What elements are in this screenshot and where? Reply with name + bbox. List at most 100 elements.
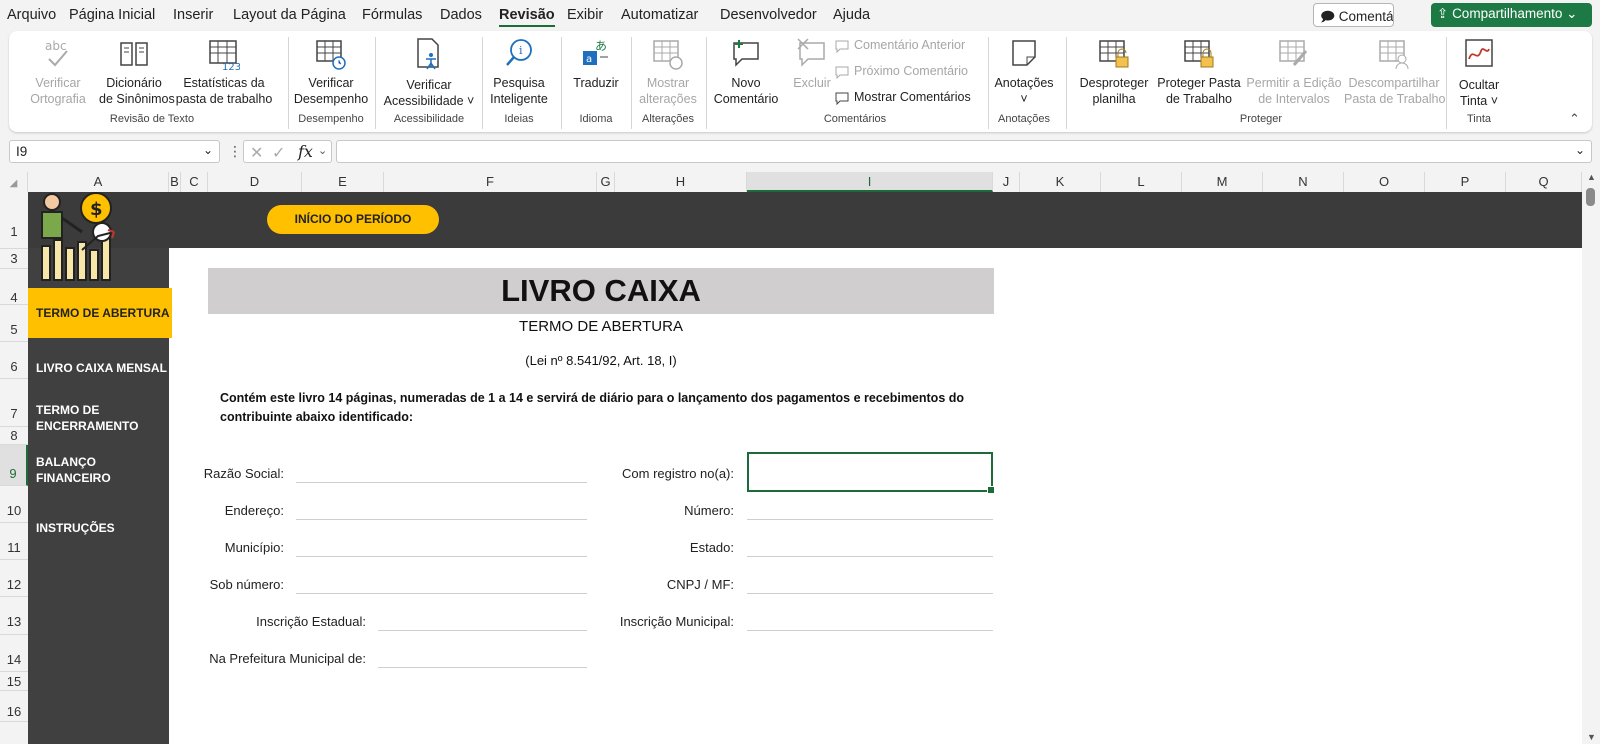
share-button[interactable]: ⇪ Compartilhamento ⌄ bbox=[1431, 3, 1592, 27]
field-razao-social[interactable] bbox=[296, 482, 587, 483]
select-all-corner[interactable]: ◢ bbox=[0, 172, 28, 192]
field-sob-numero[interactable] bbox=[296, 593, 587, 594]
column-header[interactable]: Q bbox=[1506, 172, 1582, 192]
column-header[interactable]: L bbox=[1101, 172, 1182, 192]
tab-formulas[interactable]: Fórmulas bbox=[362, 7, 422, 23]
field-municipio[interactable] bbox=[296, 556, 587, 557]
row-header[interactable]: 12 bbox=[0, 560, 28, 597]
thesaurus-button[interactable]: Dicionário de Sinônimos bbox=[99, 37, 175, 107]
unshare-workbook-button[interactable]: Descompartilhar Pasta de Trabalho bbox=[1344, 37, 1445, 107]
column-header[interactable]: I bbox=[747, 172, 993, 192]
tab-inserir[interactable]: Inserir bbox=[173, 7, 213, 23]
column-header[interactable]: K bbox=[1020, 172, 1101, 192]
row-header[interactable]: 15 bbox=[0, 672, 28, 691]
previous-comment-button[interactable]: Comentário Anterior bbox=[834, 38, 965, 53]
show-comments-button[interactable]: Mostrar Comentários bbox=[834, 90, 971, 105]
row-header[interactable]: 10 bbox=[0, 486, 28, 523]
scroll-down-icon[interactable]: ▼ bbox=[1587, 732, 1596, 742]
column-header[interactable]: A bbox=[28, 172, 169, 192]
tab-revisao[interactable]: Revisão bbox=[499, 7, 555, 27]
row-header[interactable]: 7 bbox=[0, 379, 28, 427]
allow-edit-ranges-button[interactable]: Permitir a Edição de Intervalos bbox=[1246, 37, 1342, 107]
row-header[interactable]: 9 bbox=[0, 445, 28, 486]
more-options-icon[interactable]: ⋮ bbox=[228, 143, 242, 160]
tab-dados[interactable]: Dados bbox=[440, 7, 482, 23]
chevron-down-icon[interactable]: ⌄ bbox=[203, 143, 213, 157]
check-performance-button[interactable]: Verificar Desempenho bbox=[292, 37, 370, 107]
scrollbar-thumb[interactable] bbox=[1586, 188, 1595, 206]
row-header[interactable]: 8 bbox=[0, 427, 28, 445]
smart-lookup-button[interactable]: i Pesquisa Inteligente bbox=[485, 37, 553, 107]
row-header[interactable]: 6 bbox=[0, 342, 28, 379]
vertical-scrollbar[interactable]: ▲ ▼ bbox=[1582, 172, 1600, 744]
nav-termo-encerramento[interactable]: TERMO DE ENCERRAMENTO bbox=[28, 402, 169, 434]
chevron-down-icon[interactable]: ⌄ bbox=[318, 144, 327, 157]
row-header[interactable]: 13 bbox=[0, 597, 28, 635]
row-header[interactable]: 16 bbox=[0, 691, 28, 722]
field-prefeitura[interactable] bbox=[378, 667, 587, 668]
row-header[interactable]: 4 bbox=[0, 269, 28, 305]
row-header[interactable]: 11 bbox=[0, 523, 28, 560]
expand-formula-icon[interactable]: ⌄ bbox=[1575, 143, 1585, 157]
column-header[interactable]: O bbox=[1344, 172, 1425, 192]
cancel-icon[interactable]: ✕ bbox=[250, 143, 263, 163]
next-comment-button[interactable]: Próximo Comentário bbox=[834, 64, 968, 79]
tab-layout[interactable]: Layout da Página bbox=[233, 7, 346, 23]
column-header[interactable]: D bbox=[208, 172, 302, 192]
group-label-ink: Tinta bbox=[1466, 113, 1492, 125]
scroll-up-icon[interactable]: ▲ bbox=[1587, 172, 1596, 182]
field-estado[interactable] bbox=[747, 556, 993, 557]
field-cnpj[interactable] bbox=[747, 593, 993, 594]
protect-workbook-button[interactable]: Proteger Pasta de Trabalho bbox=[1154, 37, 1244, 107]
column-header[interactable]: F bbox=[384, 172, 597, 192]
selected-cell-i9[interactable] bbox=[747, 452, 995, 494]
collapse-ribbon-icon[interactable]: ⌃ bbox=[1569, 111, 1580, 127]
tab-ajuda[interactable]: Ajuda bbox=[833, 7, 870, 23]
nav-instrucoes[interactable]: INSTRUÇÕES bbox=[28, 520, 169, 536]
function-icon[interactable]: fx bbox=[298, 142, 313, 161]
show-changes-button[interactable]: Mostrar alterações bbox=[634, 37, 702, 107]
column-header[interactable]: B bbox=[169, 172, 181, 192]
tab-pagina-inicial[interactable]: Página Inicial bbox=[69, 7, 155, 23]
row-header[interactable]: 1 bbox=[0, 192, 28, 249]
unprotect-sheet-button[interactable]: Desproteger planilha bbox=[1076, 37, 1152, 107]
column-header[interactable]: E bbox=[302, 172, 384, 192]
workbook-stats-button[interactable]: 123 Estatísticas da pasta de trabalho bbox=[172, 37, 276, 107]
column-header[interactable]: J bbox=[993, 172, 1020, 192]
translate-button[interactable]: aあ Traduzir bbox=[564, 37, 628, 91]
nav-livro-caixa-mensal[interactable]: LIVRO CAIXA MENSAL bbox=[28, 360, 169, 376]
nav-termo-abertura[interactable]: TERMO DE ABERTURA bbox=[28, 288, 172, 338]
field-endereco[interactable] bbox=[296, 519, 587, 520]
check-accessibility-button[interactable]: Verificar Acessibilidade ˅ bbox=[379, 37, 479, 109]
tab-desenvolvedor[interactable]: Desenvolvedor bbox=[720, 7, 817, 23]
column-header[interactable]: P bbox=[1425, 172, 1506, 192]
start-period-button[interactable]: INÍCIO DO PERÍODO bbox=[267, 205, 439, 234]
notes-button[interactable]: Anotações ˅ bbox=[992, 37, 1056, 107]
worksheet[interactable]: INÍCIO DO PERÍODO TERMO DE ABERTURA LIVR… bbox=[28, 192, 1582, 744]
tab-exibir[interactable]: Exibir bbox=[567, 7, 603, 23]
smart-lookup-icon: i bbox=[506, 39, 532, 66]
row-header[interactable]: 3 bbox=[0, 249, 28, 269]
hide-ink-button[interactable]: Ocultar Tinta ˅ bbox=[1450, 37, 1508, 109]
group-label-proofing: Revisão de Texto bbox=[109, 113, 195, 125]
column-header[interactable]: M bbox=[1182, 172, 1263, 192]
formula-input[interactable]: ⌄ bbox=[336, 140, 1592, 163]
name-box[interactable]: I9 ⌄ bbox=[9, 140, 220, 163]
tab-automatizar[interactable]: Automatizar bbox=[621, 7, 698, 23]
column-header[interactable]: H bbox=[615, 172, 747, 192]
field-inscricao-municipal[interactable] bbox=[747, 630, 993, 631]
field-inscricao-estadual[interactable] bbox=[378, 630, 587, 631]
row-header[interactable]: 14 bbox=[0, 635, 28, 672]
tab-arquivo[interactable]: Arquivo bbox=[7, 7, 56, 23]
spelling-button[interactable]: abc Verificar Ortografia bbox=[21, 37, 95, 107]
field-numero[interactable] bbox=[747, 519, 993, 520]
column-header[interactable]: G bbox=[597, 172, 615, 192]
nav-balanco-financeiro[interactable]: BALANÇO FINANCEIRO bbox=[28, 454, 169, 486]
confirm-icon[interactable]: ✓ bbox=[272, 143, 285, 163]
column-header[interactable]: N bbox=[1263, 172, 1344, 192]
column-header[interactable]: C bbox=[181, 172, 208, 192]
comments-button[interactable]: 🗩 Comentários bbox=[1313, 3, 1394, 27]
row-header[interactable]: 5 bbox=[0, 305, 28, 342]
delete-comment-button[interactable]: Excluir bbox=[784, 37, 840, 91]
new-comment-button[interactable]: Novo Comentário bbox=[710, 37, 782, 107]
